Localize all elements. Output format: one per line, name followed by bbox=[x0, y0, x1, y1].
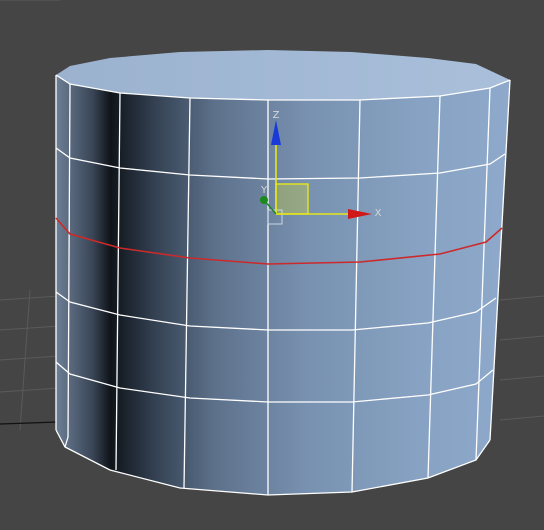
gizmo-y-arrow-icon[interactable] bbox=[260, 196, 268, 204]
3d-viewport[interactable]: Z X Y bbox=[0, 0, 544, 530]
cylinder-top-cap[interactable] bbox=[56, 50, 510, 100]
gizmo-x-label: X bbox=[375, 208, 382, 219]
grid-home-line bbox=[0, 421, 59, 425]
viewport-scene[interactable]: Z X Y bbox=[0, 0, 544, 530]
cylinder-object[interactable] bbox=[55, 50, 511, 496]
gizmo-z-label: Z bbox=[273, 110, 280, 121]
cylinder-body[interactable] bbox=[56, 75, 510, 495]
gizmo-y-label: Y bbox=[260, 185, 268, 196]
